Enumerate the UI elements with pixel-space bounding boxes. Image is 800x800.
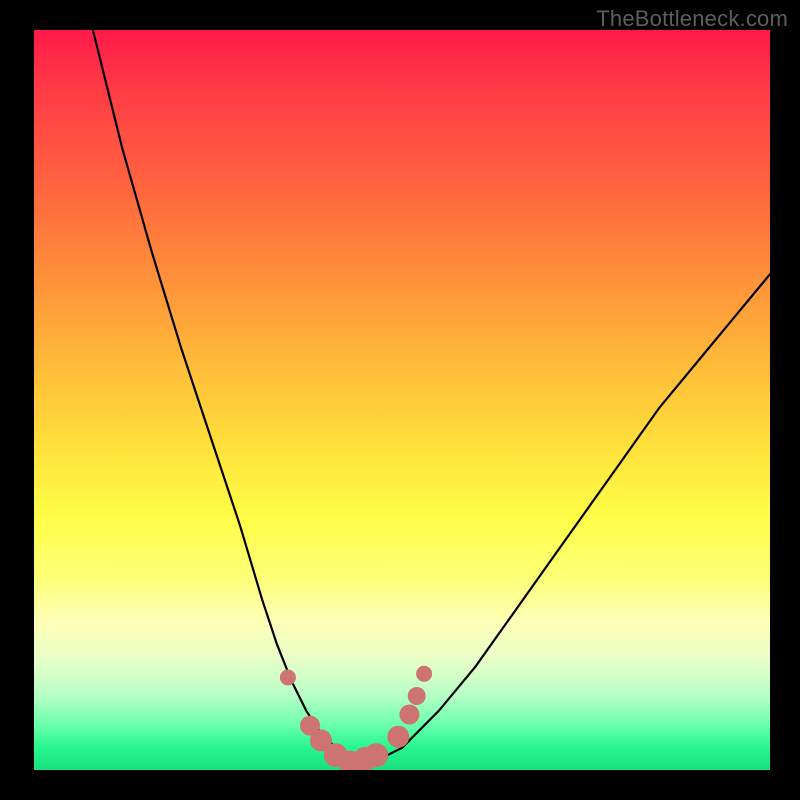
curve-dot bbox=[387, 726, 409, 748]
dot-cluster bbox=[280, 666, 432, 770]
bottleneck-curve bbox=[93, 30, 770, 763]
curve-dot bbox=[364, 743, 388, 767]
chart-svg bbox=[34, 30, 770, 770]
chart-frame: TheBottleneck.com bbox=[0, 0, 800, 800]
curve-dot bbox=[399, 705, 419, 725]
curve-dot bbox=[416, 666, 432, 682]
watermark-text: TheBottleneck.com bbox=[596, 6, 788, 32]
plot-area bbox=[34, 30, 770, 770]
curve-dot bbox=[408, 687, 426, 705]
curve-dot bbox=[280, 670, 296, 686]
